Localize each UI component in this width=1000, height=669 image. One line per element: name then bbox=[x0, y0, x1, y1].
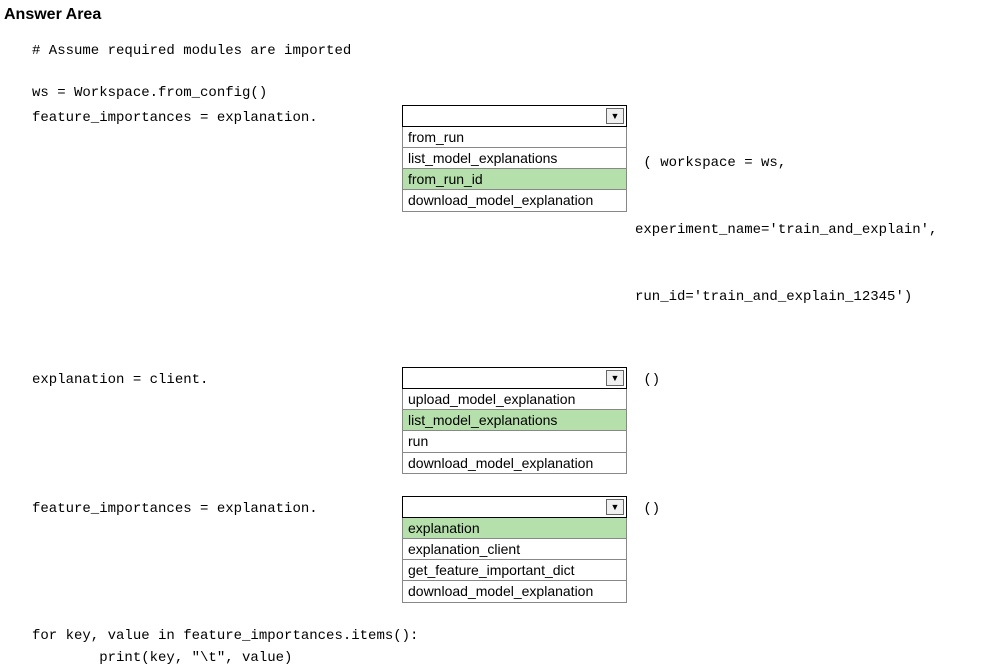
dropdown-1-option[interactable]: list_model_explanations bbox=[403, 147, 626, 168]
dropdown-1[interactable]: ▼ from_run list_model_explanations from_… bbox=[402, 105, 627, 212]
dropdown-2-select[interactable]: ▼ bbox=[402, 367, 627, 389]
code-left-2: explanation = client. bbox=[32, 367, 402, 391]
dropdown-2-option[interactable]: list_model_explanations bbox=[403, 409, 626, 430]
code-right-1-l2: experiment_name='train_and_explain', bbox=[635, 219, 937, 241]
dropdown-1-option[interactable]: from_run bbox=[403, 127, 626, 147]
dropdown-1-options: from_run list_model_explanations from_ru… bbox=[402, 127, 627, 212]
code-right-1-l1: ( workspace = ws, bbox=[635, 152, 937, 174]
page-title: Answer Area bbox=[4, 6, 996, 24]
chevron-down-icon: ▼ bbox=[606, 370, 624, 386]
dropdown-2-option[interactable]: upload_model_explanation bbox=[403, 389, 626, 409]
dropdown-2-options: upload_model_explanation list_model_expl… bbox=[402, 389, 627, 474]
code-comment: # Assume required modules are imported bbox=[32, 40, 996, 62]
dropdown-3-option[interactable]: explanation_client bbox=[403, 538, 626, 559]
dropdown-3-option[interactable]: download_model_explanation bbox=[403, 580, 626, 601]
dropdown-3-select[interactable]: ▼ bbox=[402, 496, 627, 518]
dropdown-3-option[interactable]: explanation bbox=[403, 518, 626, 538]
dropdown-2-option[interactable]: run bbox=[403, 430, 626, 451]
dropdown-2-option[interactable]: download_model_explanation bbox=[403, 452, 626, 473]
code-right-1: ( workspace = ws, experiment_name='train… bbox=[627, 105, 937, 353]
dropdown-3-options: explanation explanation_client get_featu… bbox=[402, 518, 627, 603]
dropdown-1-option[interactable]: from_run_id bbox=[403, 168, 626, 189]
dropdown-1-select[interactable]: ▼ bbox=[402, 105, 627, 127]
dropdown-1-option[interactable]: download_model_explanation bbox=[403, 189, 626, 210]
code-right-3: () bbox=[627, 496, 660, 520]
dropdown-2[interactable]: ▼ upload_model_explanation list_model_ex… bbox=[402, 367, 627, 474]
code-right-1-l3: run_id='train_and_explain_12345') bbox=[635, 286, 937, 308]
code-left-1: feature_importances = explanation. bbox=[32, 105, 402, 129]
code-for-line: for key, value in feature_importances.it… bbox=[32, 625, 996, 647]
code-right-2: () bbox=[627, 367, 660, 391]
code-print-line: print(key, "\t", value) bbox=[32, 647, 996, 669]
dropdown-3[interactable]: ▼ explanation explanation_client get_fea… bbox=[402, 496, 627, 603]
code-ws-line: ws = Workspace.from_config() bbox=[32, 82, 996, 104]
chevron-down-icon: ▼ bbox=[606, 499, 624, 515]
code-left-3: feature_importances = explanation. bbox=[32, 496, 402, 520]
chevron-down-icon: ▼ bbox=[606, 108, 624, 124]
